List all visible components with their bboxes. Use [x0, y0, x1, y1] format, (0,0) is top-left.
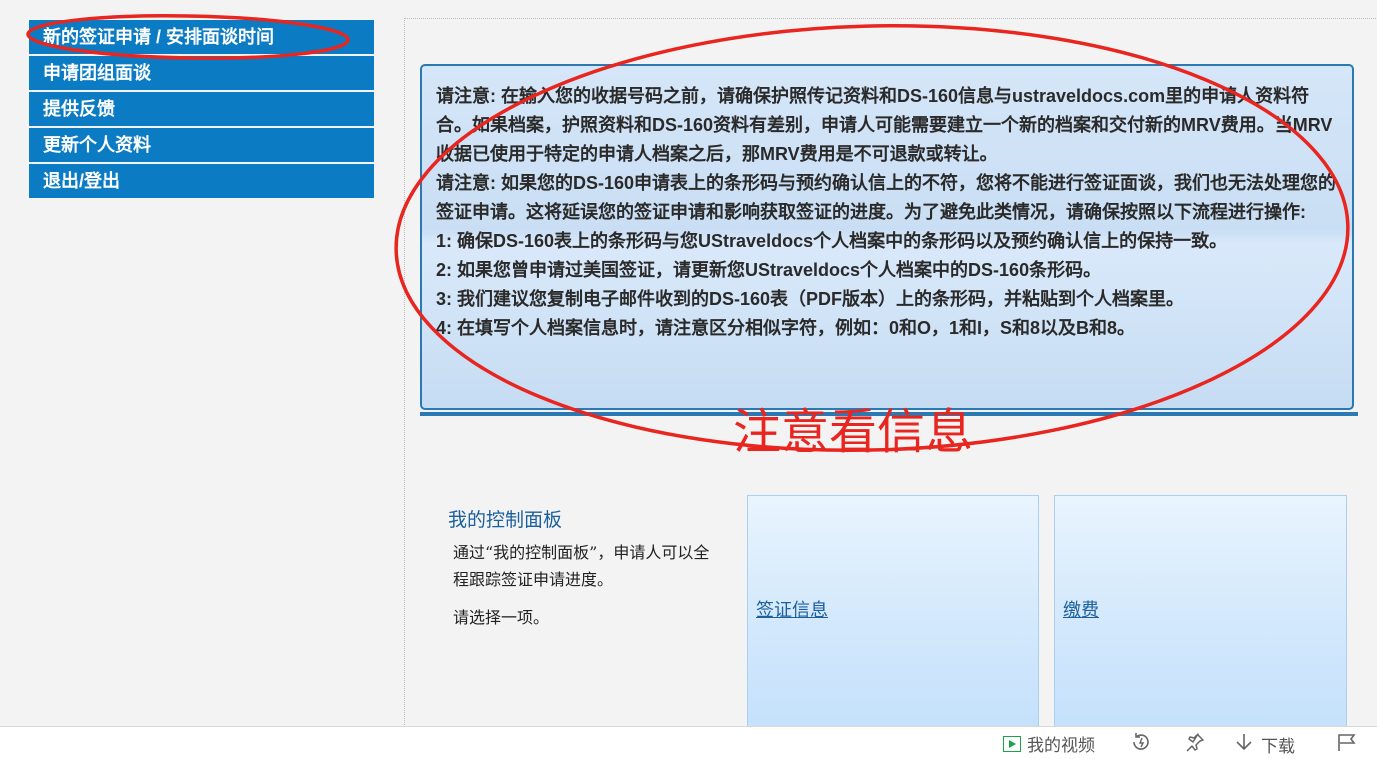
notice-box: 请注意: 在输入您的收据号码之前，请确保护照传记资料和DS-160信息与ustr… — [420, 64, 1354, 410]
refresh-button[interactable] — [1130, 731, 1152, 757]
flag-icon — [1336, 731, 1358, 757]
notice-step: 3: 我们建议您复制电子邮件收到的DS-160表（PDF版本）上的条形码，并粘贴… — [436, 289, 1185, 309]
download-arrow-icon — [1233, 731, 1255, 757]
nav-item-new-application[interactable]: 新的签证申请 / 安排面谈时间 — [29, 20, 374, 54]
my-videos-button[interactable]: 我的视频 — [1003, 731, 1095, 756]
download-label: 下载 — [1261, 736, 1295, 757]
nav-item-logout[interactable]: 退出/登出 — [29, 164, 374, 198]
dashboard-choose-prompt: 请选择一项。 — [453, 608, 550, 627]
nav-item-update-profile[interactable]: 更新个人资料 — [29, 128, 374, 162]
pin-icon — [1184, 731, 1206, 757]
notice-step: 1: 确保DS-160表上的条形码与您UStraveldocs个人档案中的条形码… — [436, 231, 1228, 251]
pin-button[interactable] — [1184, 731, 1206, 757]
visa-info-link[interactable]: 签证信息 — [756, 596, 828, 622]
report-button[interactable] — [1336, 731, 1358, 757]
left-nav: 新的签证申请 / 安排面谈时间 申请团组面谈 提供反馈 更新个人资料 退出/登出 — [29, 20, 374, 200]
nav-item-group-interview[interactable]: 申请团组面谈 — [29, 56, 374, 90]
notice-paragraph-1: 请注意: 在输入您的收据号码之前，请确保护照传记资料和DS-160信息与ustr… — [436, 86, 1333, 164]
play-icon — [1003, 735, 1021, 752]
refresh-icon — [1130, 731, 1152, 757]
bottom-toolbar: 我的视频 下载 — [0, 726, 1377, 759]
annotation-text: 注意看信息 — [733, 404, 974, 460]
card-payment[interactable]: 缴费 — [1054, 495, 1347, 735]
notice-paragraph-2: 请注意: 如果您的DS-160申请表上的条形码与预约确认信上的不符，您将不能进行… — [436, 173, 1337, 222]
download-button[interactable]: 下载 — [1233, 731, 1295, 757]
my-videos-label: 我的视频 — [1027, 736, 1095, 756]
notice-step: 4: 在填写个人档案信息时，请注意区分相似字符，例如：0和O，1和I，S和8以及… — [436, 318, 1136, 338]
dashboard-title: 我的控制面板 — [448, 509, 563, 531]
notice-step: 2: 如果您曾申请过美国签证，请更新您UStraveldocs个人档案中的DS-… — [436, 260, 1102, 280]
payment-link[interactable]: 缴费 — [1063, 596, 1099, 622]
card-visa-info[interactable]: 签证信息 — [747, 495, 1039, 735]
nav-item-feedback[interactable]: 提供反馈 — [29, 92, 374, 126]
dashboard-description: 通过“我的控制面板”，申请人可以全程跟踪签证申请进度。 — [453, 543, 710, 589]
